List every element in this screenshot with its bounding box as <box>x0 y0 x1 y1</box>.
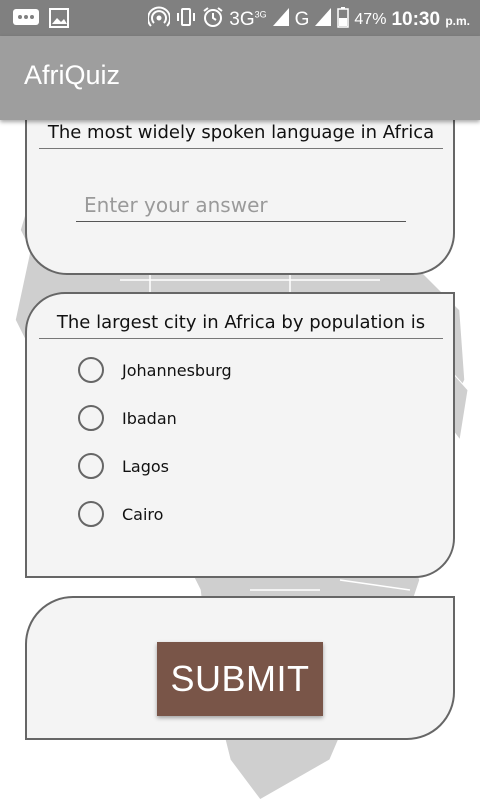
question-1-text: The most widely spoken language in Afric… <box>39 122 443 149</box>
radio-button[interactable] <box>78 405 104 431</box>
network-3g-text: 3G <box>229 9 255 30</box>
network-3g-super: 3G <box>254 9 267 20</box>
option-label: Cairo <box>122 504 164 524</box>
network-g-label: G <box>294 9 310 30</box>
hotspot-icon <box>147 6 172 34</box>
battery-percent: 47% <box>354 11 387 28</box>
app-bar: AfriQuiz <box>0 36 480 120</box>
radio-button[interactable] <box>78 453 104 479</box>
radio-button[interactable] <box>78 501 104 527</box>
option-johannesburg[interactable]: Johannesburg <box>78 354 232 386</box>
image-icon <box>48 7 70 34</box>
battery-icon <box>337 6 350 34</box>
radio-button[interactable] <box>78 357 104 383</box>
option-label: Ibadan <box>122 408 177 428</box>
alarm-icon <box>202 6 224 34</box>
signal-icon <box>272 7 290 33</box>
status-bar-notifications <box>12 7 70 34</box>
signal-icon-2 <box>314 7 332 33</box>
clock-time: 10:30 <box>391 9 441 30</box>
question-card-1: The most widely spoken language in Afric… <box>25 100 455 275</box>
submit-button[interactable]: SUBMIT <box>157 642 323 716</box>
status-bar-system: 3G3G G 47% 10:30 p.m. <box>147 6 470 34</box>
network-3g-label: 3G3G <box>229 9 266 31</box>
option-cairo[interactable]: Cairo <box>78 498 163 530</box>
question-card-2: The largest city in Africa by population… <box>25 292 455 578</box>
status-bar: 3G3G G 47% 10:30 p.m. <box>0 0 480 36</box>
option-label: Lagos <box>122 456 169 476</box>
clock: 10:30 p.m. <box>391 9 470 31</box>
submit-card: SUBMIT <box>25 596 455 740</box>
vibrate-icon <box>175 6 197 34</box>
app-title: AfriQuiz <box>24 60 121 90</box>
option-label: Johannesburg <box>122 360 232 380</box>
message-icon <box>12 7 40 34</box>
option-ibadan[interactable]: Ibadan <box>78 402 177 434</box>
option-lagos[interactable]: Lagos <box>78 450 169 482</box>
question-2-text: The largest city in Africa by population… <box>39 312 443 339</box>
answer-input[interactable] <box>76 188 406 222</box>
clock-suffix: p.m. <box>445 14 470 28</box>
